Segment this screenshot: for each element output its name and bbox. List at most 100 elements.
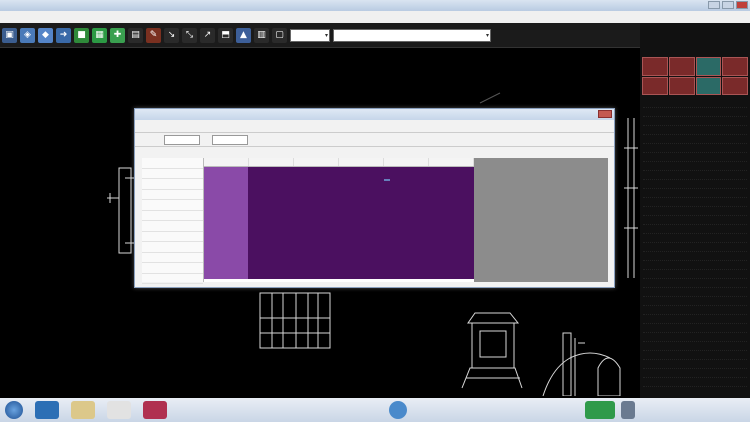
text-icon[interactable]: ↘: [164, 27, 179, 43]
row-header[interactable]: [142, 179, 203, 190]
list-item[interactable]: [643, 180, 747, 189]
list-item[interactable]: [643, 189, 747, 198]
row-header[interactable]: [142, 190, 203, 200]
volume-icon[interactable]: [621, 401, 635, 419]
pan-icon[interactable]: ↗: [200, 27, 215, 43]
panel-tab[interactable]: [695, 76, 722, 95]
list-item[interactable]: [643, 144, 747, 153]
list-item[interactable]: [643, 135, 747, 144]
list-item[interactable]: [643, 261, 747, 270]
close-button[interactable]: [736, 1, 748, 9]
pedestal-top: [467, 312, 520, 324]
row-header[interactable]: [142, 158, 203, 169]
list-item[interactable]: [643, 216, 747, 225]
measure-icon[interactable]: ▤: [128, 27, 143, 43]
row-header[interactable]: [142, 169, 203, 179]
list-item[interactable]: [643, 360, 747, 369]
folder-icon[interactable]: [71, 401, 95, 419]
tray-app-icon[interactable]: [585, 401, 615, 419]
list-item[interactable]: [643, 351, 747, 360]
list-item[interactable]: [643, 306, 747, 315]
empty-grid-area: [474, 158, 608, 282]
list-item[interactable]: [643, 234, 747, 243]
row-header[interactable]: [142, 253, 203, 263]
maximize-button[interactable]: [722, 1, 734, 9]
panel-tab[interactable]: [668, 76, 695, 95]
panel-tab[interactable]: [642, 76, 668, 95]
list-item[interactable]: [643, 243, 747, 252]
layer-select[interactable]: ▾: [290, 28, 330, 42]
row-header[interactable]: [142, 232, 203, 242]
row-header[interactable]: [142, 221, 203, 232]
view-icon[interactable]: ▥: [254, 27, 269, 43]
green-icon[interactable]: ■: [74, 27, 89, 43]
arrow-icon[interactable]: ➜: [56, 27, 71, 43]
list-item[interactable]: [643, 342, 747, 351]
list-item[interactable]: [643, 117, 747, 126]
dialog-menu-bar: [135, 120, 614, 133]
column-header[interactable]: [384, 158, 429, 166]
list-item[interactable]: [643, 207, 747, 216]
cad-app-icon[interactable]: [143, 401, 167, 419]
list-item[interactable]: [643, 225, 747, 234]
layer-icon[interactable]: ◈: [20, 27, 35, 43]
left-bracket: [118, 167, 132, 254]
taskbar-app-icon[interactable]: [107, 401, 131, 419]
list-item[interactable]: [643, 99, 747, 108]
color-icon[interactable]: ◆: [38, 27, 53, 43]
dialog-tool-select[interactable]: [212, 134, 248, 145]
network-icon[interactable]: [389, 401, 407, 419]
open-icon[interactable]: ▣: [2, 27, 17, 43]
row-header[interactable]: [142, 211, 203, 221]
panel-tab[interactable]: [668, 57, 695, 76]
column-header[interactable]: [294, 158, 339, 166]
list-item[interactable]: [643, 378, 747, 387]
door-frame: [259, 292, 331, 349]
taskbar-app-icon[interactable]: [35, 401, 59, 419]
start-button[interactable]: [5, 401, 23, 419]
row-header[interactable]: [142, 242, 203, 253]
row-header[interactable]: [142, 263, 203, 274]
active-edit-cell[interactable]: [384, 179, 390, 181]
panel-tab[interactable]: [722, 57, 748, 76]
grid-cells[interactable]: [204, 167, 474, 279]
list-item[interactable]: [643, 297, 747, 306]
list-item[interactable]: [643, 162, 747, 171]
row-header[interactable]: [142, 200, 203, 211]
style-select[interactable]: ▾: [333, 28, 491, 42]
list-item[interactable]: [643, 270, 747, 279]
list-item[interactable]: [643, 171, 747, 180]
edit-icon[interactable]: ✎: [146, 27, 161, 43]
print-icon[interactable]: ▲: [236, 27, 251, 43]
dialog-tool-select[interactable]: [164, 134, 200, 145]
row-header[interactable]: [142, 274, 203, 284]
panel-tab[interactable]: [695, 57, 722, 76]
list-item[interactable]: [643, 252, 747, 261]
row-header-column: [142, 158, 204, 284]
list-item[interactable]: [643, 315, 747, 324]
zoom-icon[interactable]: ⤡: [182, 27, 197, 43]
list-item[interactable]: [643, 198, 747, 207]
panel-tab[interactable]: [722, 76, 748, 95]
dialog-close-button[interactable]: [598, 110, 612, 118]
column-header[interactable]: [339, 158, 384, 166]
window-icon[interactable]: ⬒: [218, 27, 233, 43]
list-item[interactable]: [643, 108, 747, 117]
list-item[interactable]: [643, 126, 747, 135]
list-item[interactable]: [643, 288, 747, 297]
snap-icon[interactable]: ✚: [110, 27, 125, 43]
minimize-button[interactable]: [708, 1, 720, 9]
list-item[interactable]: [643, 333, 747, 342]
list-item[interactable]: [643, 279, 747, 288]
list-item[interactable]: [643, 369, 747, 378]
list-item[interactable]: [643, 324, 747, 333]
settings-icon[interactable]: ▢: [272, 27, 287, 43]
column-header[interactable]: [429, 158, 474, 166]
right-side-panel: [640, 23, 750, 398]
list-item[interactable]: [643, 153, 747, 162]
panel-tab-grid: [642, 57, 748, 95]
panel-tab[interactable]: [642, 57, 668, 76]
grid-icon[interactable]: ▦: [92, 27, 107, 43]
column-header[interactable]: [204, 158, 249, 166]
column-header[interactable]: [249, 158, 294, 166]
